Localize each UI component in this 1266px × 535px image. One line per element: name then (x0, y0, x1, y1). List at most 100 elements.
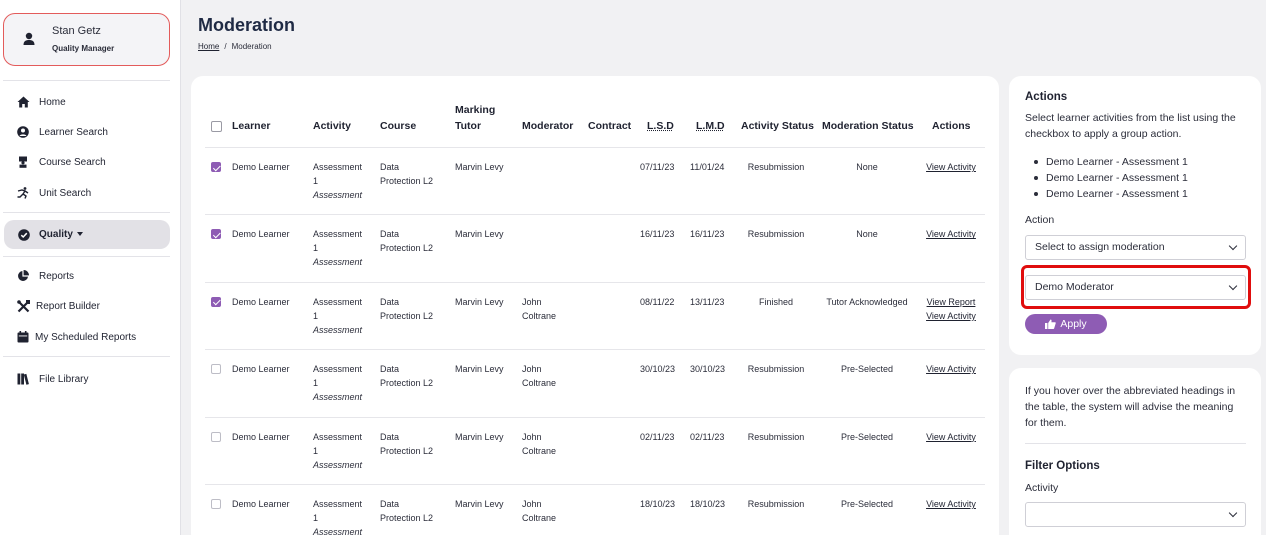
course-name: Data (380, 297, 399, 307)
moderation-status: None (856, 229, 878, 239)
activity-type: Assessment (313, 325, 362, 335)
panel-divider (1025, 443, 1246, 444)
cell-lmd: 11/01/24 (690, 160, 724, 174)
cell-course: Data Protection L2 (380, 430, 433, 458)
cell-actions: View Report View Activity (919, 295, 983, 323)
cell-actions: View Activity (919, 362, 983, 376)
learner-name: Demo Learner (232, 432, 290, 442)
row-action-link[interactable]: View Activity (919, 430, 983, 444)
activity-status: Resubmission (748, 364, 805, 374)
activity-number: 1 (313, 378, 318, 388)
home-icon (16, 95, 30, 109)
row-checkbox[interactable] (211, 162, 221, 172)
cell-learner: Demo Learner (232, 227, 290, 241)
column-header-lmd[interactable]: L.M.D (696, 118, 725, 134)
sidebar-item-learner-search[interactable]: Learner Search (0, 121, 181, 143)
moderator-name: Coltrane (522, 446, 556, 456)
learner-name: Demo Learner (232, 229, 290, 239)
running-icon (16, 186, 30, 200)
lmd-date: 18/10/23 (690, 499, 725, 509)
breadcrumb-home-link[interactable]: Home (198, 42, 219, 51)
cell-activity-status: Resubmission (736, 160, 816, 174)
sidebar-item-course-search[interactable]: Course Search (0, 151, 181, 173)
cell-moderator: John Coltrane (522, 497, 556, 525)
column-header-activity[interactable]: Activity (313, 118, 351, 134)
row-checkbox[interactable] (211, 364, 221, 374)
activity-number: 1 (313, 311, 318, 321)
lsd-date: 16/11/23 (640, 229, 674, 239)
learner-name: Demo Learner (232, 499, 290, 509)
row-checkbox[interactable] (211, 229, 221, 239)
column-header-contract[interactable]: Contract (588, 118, 631, 134)
activity-number: 1 (313, 176, 318, 186)
apply-button[interactable]: Apply (1025, 314, 1107, 334)
select-all-checkbox[interactable] (211, 121, 222, 132)
column-header-learner[interactable]: Learner (232, 118, 271, 134)
column-header-lsd[interactable]: L.S.D (647, 118, 674, 134)
cell-lsd: 16/11/23 (640, 227, 674, 241)
lmd-date: 16/11/23 (690, 229, 724, 239)
column-header-activity-status[interactable]: Activity Status (741, 118, 814, 134)
activity-status: Finished (759, 297, 793, 307)
moderation-status: Tutor Acknowledged (826, 297, 907, 307)
chevron-down-icon (1229, 509, 1237, 517)
row-checkbox[interactable] (211, 432, 221, 442)
tools-icon (16, 299, 30, 313)
activity-filter-select[interactable] (1025, 502, 1246, 527)
column-header-course[interactable]: Course (380, 118, 416, 134)
action-select[interactable]: Select to assign moderation (1025, 235, 1246, 260)
course-name: Data (380, 162, 399, 172)
cell-lmd: 13/11/23 (690, 295, 724, 309)
user-card[interactable]: Stan Getz Quality Manager (3, 13, 170, 66)
sidebar-item-file-library[interactable]: File Library (0, 368, 181, 390)
row-checkbox[interactable] (211, 499, 221, 509)
column-header-marking-tutor[interactable]: Marking Tutor (455, 102, 495, 134)
sidebar-item-home[interactable]: Home (0, 91, 181, 113)
tutor-name: Marvin Levy (455, 229, 504, 239)
course-name: Protection L2 (380, 513, 433, 523)
course-name: Protection L2 (380, 378, 433, 388)
abbreviation-hint: If you hover over the abbreviated headin… (1025, 383, 1247, 431)
breadcrumb: Home / Moderation (198, 42, 272, 51)
action-label: Action (1025, 214, 1054, 226)
sidebar-item-label: Course Search (39, 157, 106, 168)
cell-course: Data Protection L2 (380, 160, 433, 188)
activity-type: Assessment (313, 190, 362, 200)
column-header-moderator[interactable]: Moderator (522, 118, 573, 134)
moderation-table: Learner Activity Course Marking Tutor Mod… (191, 76, 999, 535)
learner-name: Demo Learner (232, 162, 290, 172)
course-name: Protection L2 (380, 176, 433, 186)
row-divider (205, 214, 985, 215)
tutor-name: Marvin Levy (455, 499, 504, 509)
activity-number: 1 (313, 446, 318, 456)
cell-activity-status: Finished (736, 295, 816, 309)
sidebar-item-unit-search[interactable]: Unit Search (0, 182, 181, 204)
lmd-date: 30/10/23 (690, 364, 725, 374)
cell-moderation-status: Tutor Acknowledged (817, 295, 917, 309)
row-action-link[interactable]: View Activity (919, 309, 983, 323)
activity-name: Assessment (313, 364, 362, 374)
sidebar-item-reports[interactable]: Reports (0, 265, 181, 287)
cell-moderation-status: None (817, 227, 917, 241)
row-action-link[interactable]: View Activity (919, 362, 983, 376)
row-action-link[interactable]: View Activity (919, 160, 983, 174)
course-name: Protection L2 (380, 311, 433, 321)
moderator-select-highlight (1021, 265, 1251, 309)
cell-activity: Assessment 1 Assessment (313, 362, 362, 404)
check-circle-icon (18, 228, 30, 246)
sidebar-item-quality[interactable]: Quality (4, 220, 170, 249)
activity-type: Assessment (313, 527, 362, 535)
row-checkbox[interactable] (211, 297, 221, 307)
sidebar-item-scheduled-reports[interactable]: My Scheduled Reports (0, 326, 181, 348)
row-action-link[interactable]: View Report (919, 295, 983, 309)
column-header-actions: Actions (932, 118, 971, 134)
sidebar-item-report-builder[interactable]: Report Builder (0, 295, 181, 317)
cell-learner: Demo Learner (232, 497, 290, 511)
moderator-name: Coltrane (522, 378, 556, 388)
column-header-moderation-status[interactable]: Moderation Status (822, 118, 914, 134)
lmd-date: 11/01/24 (690, 162, 724, 172)
thumbs-up-icon (1045, 319, 1056, 329)
row-action-link[interactable]: View Activity (919, 227, 983, 241)
row-action-link[interactable]: View Activity (919, 497, 983, 511)
moderator-name: Coltrane (522, 311, 556, 321)
